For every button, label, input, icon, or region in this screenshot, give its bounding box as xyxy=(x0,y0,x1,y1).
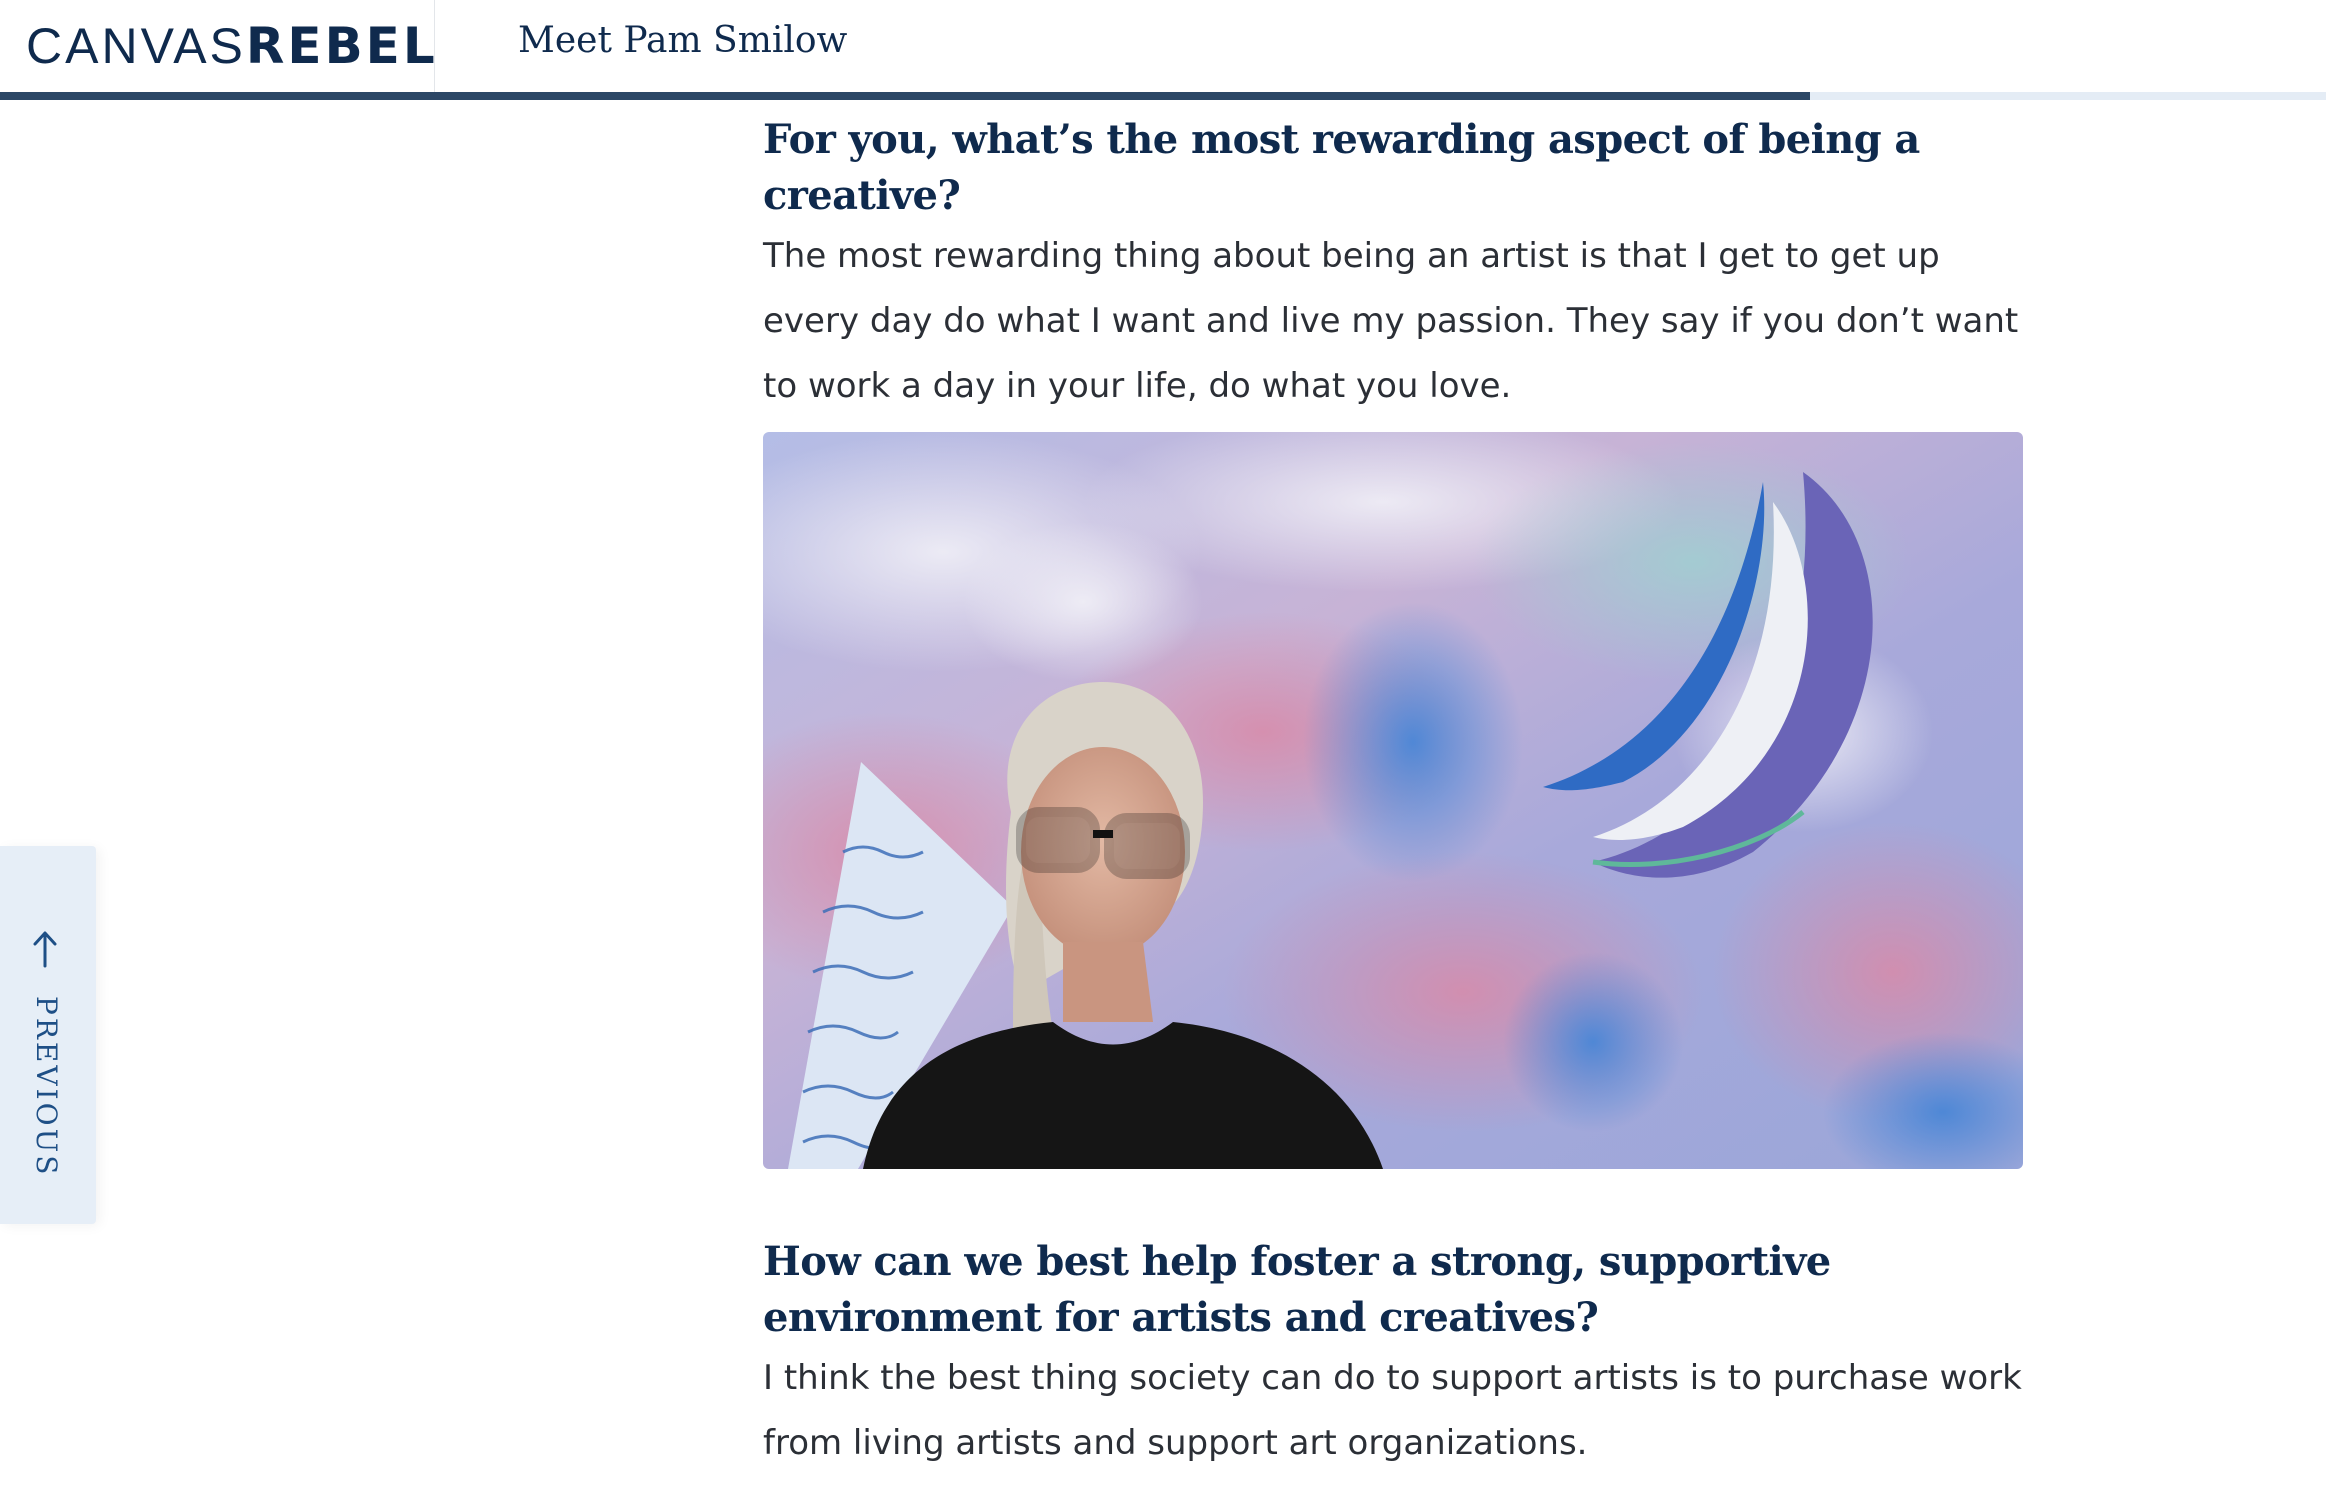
page-title: Meet Pam Smilow xyxy=(518,20,848,61)
question-heading: For you, what’s the most rewarding aspec… xyxy=(763,116,1920,219)
canvasrebel-logo[interactable]: CANVAS REBEL xyxy=(26,14,438,78)
answer-paragraph: I think the best thing society can do to… xyxy=(763,1358,2022,1463)
article-section-2: How can we best help foster a strong, su… xyxy=(763,1234,2025,1476)
previous-article-tab[interactable]: PREVIOUS xyxy=(0,846,96,1224)
artist-photo xyxy=(763,432,2023,1169)
article-section-1: For you, what’s the most rewarding aspec… xyxy=(763,112,2025,419)
reading-progress-fill xyxy=(0,92,1810,100)
logo-light-text: CANVAS xyxy=(26,18,246,74)
previous-label: PREVIOUS xyxy=(30,996,63,1178)
header-divider xyxy=(434,0,435,92)
arrow-up-icon xyxy=(33,931,57,968)
answer-paragraph: The most rewarding thing about being an … xyxy=(763,236,2019,406)
question-heading: How can we best help foster a strong, su… xyxy=(763,1238,1831,1341)
logo-bold-text: REBEL xyxy=(245,17,438,75)
reading-progress-bar xyxy=(0,92,2326,100)
site-header: CANVAS REBEL Meet Pam Smilow xyxy=(0,0,2326,93)
